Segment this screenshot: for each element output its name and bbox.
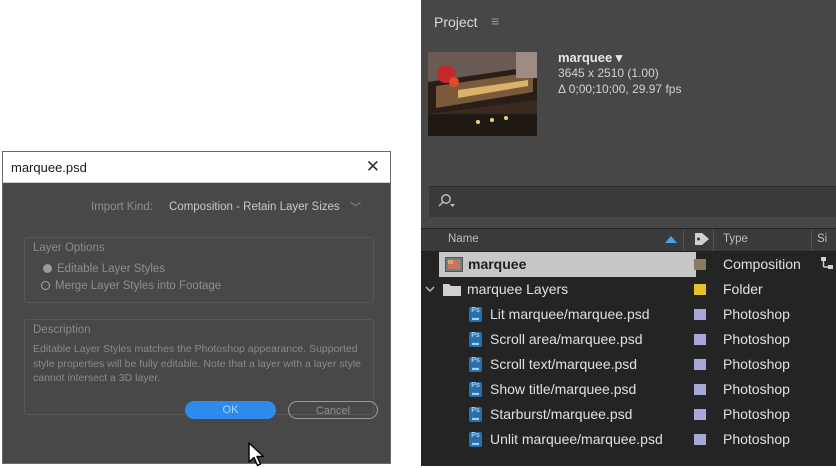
list-item[interactable]: Ps ▬ Starburst/marquee.psd Photoshop <box>421 402 836 427</box>
import-kind-select[interactable]: Composition - Retain Layer Sizes ﹀ <box>165 196 365 218</box>
radio-editable-label: Editable Layer Styles <box>57 263 166 275</box>
item-name: Starburst/marquee.psd <box>490 406 633 422</box>
item-name: marquee <box>468 256 527 272</box>
label-color-swatch[interactable] <box>694 309 706 320</box>
photoshop-file-icon: Ps ▬ <box>469 407 482 422</box>
radio-unselected-icon <box>41 281 50 290</box>
photoshop-file-icon: Ps ▬ <box>469 307 482 322</box>
photoshop-file-icon: Ps ▬ <box>469 357 482 372</box>
item-name: Scroll text/marquee.psd <box>490 356 638 372</box>
chevron-down-icon[interactable] <box>425 285 435 293</box>
item-type: Photoshop <box>723 406 790 422</box>
list-item[interactable]: marquee Layers Folder <box>421 277 836 302</box>
label-color-swatch[interactable] <box>694 384 706 395</box>
search-input[interactable] <box>429 186 836 217</box>
column-divider[interactable] <box>683 229 684 251</box>
item-type: Photoshop <box>723 306 790 322</box>
asset-thumbnail <box>428 52 537 136</box>
radio-editable-layer-styles[interactable]: Editable Layer Styles <box>43 263 165 275</box>
asset-dimensions: 3645 x 2510 (1.00) <box>558 66 659 80</box>
close-icon[interactable]: ✕ <box>366 157 380 177</box>
dialog-titlebar: marquee.psd ✕ <box>3 152 390 183</box>
label-color-swatch[interactable] <box>694 284 706 295</box>
column-header-row: Name Type Si <box>421 229 836 252</box>
radio-merge-layer-styles[interactable]: Merge Layer Styles into Footage <box>41 280 221 292</box>
item-name: marquee Layers <box>467 281 569 297</box>
description-text: Editable Layer Styles matches the Photos… <box>33 343 361 384</box>
folder-icon <box>443 284 461 296</box>
sort-ascending-icon[interactable] <box>664 233 678 245</box>
asset-name[interactable]: marquee ▾ <box>558 50 622 66</box>
panel-menu-icon[interactable]: ≡ <box>491 13 499 29</box>
column-divider[interactable] <box>713 229 714 251</box>
photoshop-file-icon: Ps ▬ <box>469 382 482 397</box>
search-icon <box>438 194 455 207</box>
item-name: Show title/marquee.psd <box>490 381 637 397</box>
label-color-swatch[interactable] <box>694 259 706 270</box>
project-panel: Project ≡ marquee ▾ 3645 x 2510 (1.00) Δ… <box>421 0 836 466</box>
item-type: Composition <box>723 256 801 272</box>
photoshop-file-icon: Ps ▬ <box>469 432 482 447</box>
column-divider[interactable] <box>811 229 812 251</box>
list-item[interactable]: Ps ▬ Scroll text/marquee.psd Photoshop <box>421 352 836 377</box>
item-type: Photoshop <box>723 431 790 447</box>
photoshop-file-icon: Ps ▬ <box>469 332 482 347</box>
ok-button[interactable]: OK <box>185 401 276 419</box>
dialog-body: Import Kind: Composition - Retain Layer … <box>3 183 390 463</box>
label-color-swatch[interactable] <box>694 409 706 420</box>
list-item[interactable]: Ps ▬ Unlit marquee/marquee.psd Photoshop <box>421 427 836 452</box>
panel-header: Project ≡ <box>421 0 836 40</box>
import-dialog: marquee.psd ✕ Import Kind: Composition -… <box>2 151 391 467</box>
radio-selected-icon <box>43 264 52 273</box>
chevron-down-icon: ﹀ <box>350 202 361 214</box>
composition-icon <box>445 257 463 272</box>
layer-options-title: Layer Options <box>33 242 105 254</box>
project-preview-area: Project ≡ marquee ▾ 3645 x 2510 (1.00) Δ… <box>421 0 836 228</box>
asset-duration: Δ 0;00;10;00, 29.97 fps <box>558 82 682 96</box>
mouse-pointer-icon <box>248 442 265 467</box>
item-type: Photoshop <box>723 331 790 347</box>
item-type: Photoshop <box>723 356 790 372</box>
cancel-button[interactable]: Cancel <box>288 401 378 419</box>
list-item[interactable]: Ps ▬ Scroll area/marquee.psd Photoshop <box>421 327 836 352</box>
label-color-swatch[interactable] <box>694 434 706 445</box>
import-kind-value: Composition - Retain Layer Sizes <box>169 201 340 213</box>
item-type: Photoshop <box>723 381 790 397</box>
list-item[interactable]: marquee Composition <box>421 252 836 277</box>
column-type-header[interactable]: Type <box>723 233 748 245</box>
import-kind-label: Import Kind: <box>91 201 153 213</box>
item-name: Unlit marquee/marquee.psd <box>490 431 663 447</box>
label-tag-icon[interactable] <box>694 232 710 246</box>
item-name: Lit marquee/marquee.psd <box>490 306 650 322</box>
dialog-title: marquee.psd <box>11 160 87 175</box>
column-size-header[interactable]: Si <box>817 233 827 245</box>
list-item[interactable]: Ps ▬ Lit marquee/marquee.psd Photoshop <box>421 302 836 327</box>
layer-options-group: Layer Options Editable Layer Styles Merg… <box>24 237 374 303</box>
flowchart-icon[interactable] <box>820 256 834 272</box>
list-item[interactable]: Ps ▬ Show title/marquee.psd Photoshop <box>421 377 836 402</box>
item-type: Folder <box>723 281 763 297</box>
radio-merge-label: Merge Layer Styles into Footage <box>55 280 222 292</box>
item-name: Scroll area/marquee.psd <box>490 331 643 347</box>
label-color-swatch[interactable] <box>694 334 706 345</box>
panel-title[interactable]: Project <box>434 14 478 30</box>
description-title: Description <box>33 324 91 336</box>
label-color-swatch[interactable] <box>694 359 706 370</box>
column-name-header[interactable]: Name <box>448 233 479 245</box>
